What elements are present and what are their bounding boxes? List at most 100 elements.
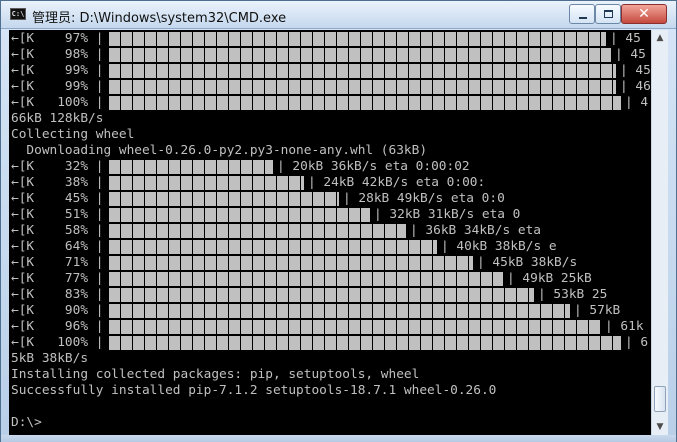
progress-line: ←[K 99% | | 45 — [11, 63, 651, 79]
progress-bar-container — [109, 304, 621, 318]
progress-line: ←[K 71% | | 45kB 38kB/s — [11, 255, 651, 271]
progress-prefix: ←[K 38% | — [11, 175, 104, 190]
cmd-window: C:\ 管理员: D:\Windows\system32\CMD.exe ✕ ←… — [0, 0, 677, 442]
progress-suffix: | 53kB 25 — [538, 287, 608, 302]
progress-suffix: | 45 — [615, 47, 646, 62]
progress-bar-fill — [109, 80, 616, 94]
progress-suffix: | 45 — [620, 63, 651, 78]
progress-suffix: | 36kB 34kB/s eta — [410, 223, 541, 238]
progress-bar-fill — [109, 240, 437, 254]
progress-bar-fill — [109, 256, 473, 270]
console-line: 66kB 128kB/s — [11, 111, 104, 126]
progress-suffix: | 32kB 31kB/s eta 0 — [374, 207, 521, 222]
minimize-icon — [579, 17, 587, 19]
progress-bar-fill — [109, 272, 503, 286]
minimize-button[interactable] — [569, 4, 595, 24]
console-output[interactable]: ←[K 97% | | 45 ←[K 98% | | 45 ←[K 99% | | 45 ←… — [9, 30, 651, 435]
progress-bar-fill — [109, 160, 273, 174]
progress-bar-fill — [109, 192, 339, 206]
progress-line: ←[K 100% | | 6 — [11, 335, 651, 351]
progress-bar-fill — [109, 32, 606, 46]
progress-prefix: ←[K 32% | — [11, 159, 104, 174]
maximize-button[interactable] — [595, 4, 621, 24]
progress-suffix: | 4 — [625, 95, 649, 110]
progress-bar-fill — [109, 64, 616, 78]
progress-prefix: ←[K 77% | — [11, 271, 104, 286]
progress-line: ←[K 83% | | 53kB 25 — [11, 287, 651, 303]
progress-line: ←[K 99% | | 46 — [11, 79, 651, 95]
progress-line: ←[K 32% | | 20kB 36kB/s eta 0:00:02 — [11, 159, 651, 175]
progress-prefix: ←[K 99% | — [11, 63, 104, 78]
progress-line: ←[K 64% | | 40kB 38kB/s e — [11, 239, 651, 255]
title-bar[interactable]: C:\ 管理员: D:\Windows\system32\CMD.exe ✕ — [1, 1, 676, 29]
progress-prefix: ←[K 83% | — [11, 287, 104, 302]
progress-bar-fill — [109, 96, 621, 110]
progress-line: ←[K 96% | | 61k — [11, 319, 651, 335]
progress-line: ←[K 77% | | 49kB 25kB — [11, 271, 651, 287]
progress-prefix: ←[K 90% | — [11, 303, 104, 318]
progress-bar-fill — [109, 208, 370, 222]
cmd-icon: C:\ — [10, 8, 26, 20]
close-button[interactable]: ✕ — [621, 4, 667, 24]
progress-prefix: ←[K 97% | — [11, 31, 104, 46]
console-line: Successfully installed pip-7.1.2 setupto… — [11, 383, 497, 398]
progress-prefix: ←[K 98% | — [11, 47, 104, 62]
vertical-scrollbar[interactable]: ▲ ▼ — [651, 30, 668, 435]
progress-suffix: | 45 — [610, 31, 641, 46]
progress-suffix: | 61k — [605, 319, 644, 334]
progress-line: ←[K 51% | | 32kB 31kB/s eta 0 — [11, 207, 651, 223]
scroll-down-arrow-icon[interactable]: ▼ — [652, 419, 668, 435]
progress-bar-fill — [109, 336, 621, 350]
maximize-icon — [604, 10, 613, 18]
progress-bar-container — [109, 48, 621, 62]
progress-bar-container — [109, 320, 621, 334]
progress-line: ←[K 38% | | 24kB 42kB/s eta 0:00: — [11, 175, 651, 191]
scroll-up-arrow-icon[interactable]: ▲ — [652, 30, 668, 46]
scroll-thumb[interactable] — [654, 386, 666, 412]
progress-bar-container — [109, 96, 621, 110]
console-line: 5kB 38kB/s — [11, 351, 89, 366]
progress-prefix: ←[K 100% | — [11, 95, 104, 110]
progress-bar-container — [109, 336, 621, 350]
progress-line: ←[K 100% | | 4 — [11, 95, 651, 111]
progress-suffix: | 46 — [620, 79, 651, 94]
console-line: Collecting wheel — [11, 127, 135, 142]
window-title: 管理员: D:\Windows\system32\CMD.exe — [32, 11, 287, 26]
window-bottom-frame — [1, 435, 676, 442]
progress-suffix: | 28kB 49kB/s eta 0:0 — [343, 191, 505, 206]
close-icon: ✕ — [638, 6, 650, 22]
progress-bar-container — [109, 32, 621, 46]
progress-suffix: | 6 — [625, 335, 649, 350]
progress-prefix: ←[K 58% | — [11, 223, 104, 238]
progress-suffix: | 45kB 38kB/s — [477, 255, 578, 270]
progress-bar-container — [109, 80, 621, 94]
console-line: D:\> — [11, 415, 42, 430]
progress-suffix: | 57kB — [574, 303, 621, 318]
progress-line: ←[K 90% | | 57kB — [11, 303, 651, 319]
progress-suffix: | 24kB 42kB/s eta 0:00: — [308, 175, 486, 190]
progress-suffix: | 20kB 36kB/s eta 0:00:02 — [277, 159, 470, 174]
progress-prefix: ←[K 64% | — [11, 239, 104, 254]
progress-line: ←[K 45% | | 28kB 49kB/s eta 0:0 — [11, 191, 651, 207]
console-line: Downloading wheel-0.26.0-py2.py3-none-an… — [11, 143, 428, 158]
progress-prefix: ←[K 45% | — [11, 191, 104, 206]
progress-prefix: ←[K 96% | — [11, 319, 104, 334]
progress-bar-fill — [109, 320, 601, 334]
progress-bar-fill — [109, 48, 611, 62]
progress-line: ←[K 97% | | 45 — [11, 31, 651, 47]
progress-prefix: ←[K 99% | — [11, 79, 104, 94]
progress-prefix: ←[K 51% | — [11, 207, 104, 222]
progress-line: ←[K 58% | | 36kB 34kB/s eta — [11, 223, 651, 239]
progress-bar-fill — [109, 288, 534, 302]
progress-bar-fill — [109, 304, 570, 318]
progress-line: ←[K 98% | | 45 — [11, 47, 651, 63]
progress-suffix: | 49kB 25kB — [507, 271, 592, 286]
progress-prefix: ←[K 100% | — [11, 335, 104, 350]
progress-suffix: | 40kB 38kB/s e — [441, 239, 557, 254]
progress-bar-container — [109, 64, 621, 78]
progress-bar-fill — [109, 224, 406, 238]
progress-bar-fill — [109, 176, 304, 190]
progress-prefix: ←[K 71% | — [11, 255, 104, 270]
console-line: Installing collected packages: pip, setu… — [11, 367, 420, 382]
